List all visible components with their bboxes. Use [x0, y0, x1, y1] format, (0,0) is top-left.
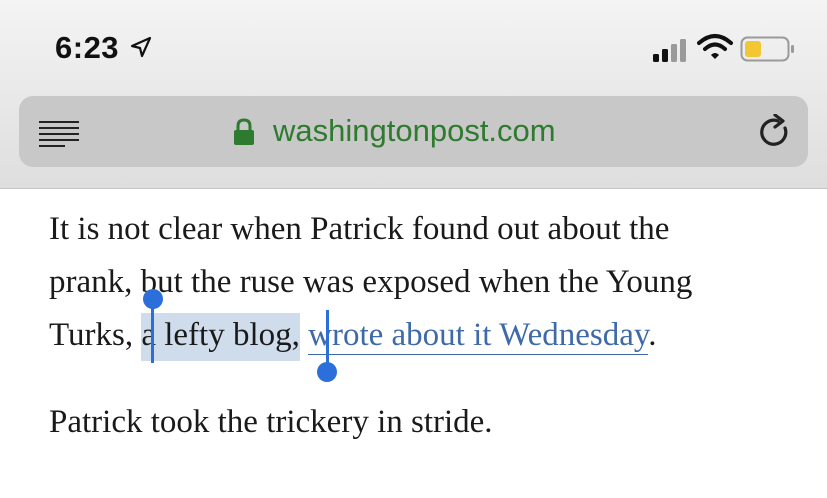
line-3-space: [300, 317, 308, 353]
address-domain[interactable]: washingtonpost.com: [273, 113, 556, 149]
line-3-period: .: [648, 317, 657, 353]
status-time: 6:23: [55, 30, 120, 65]
lock-icon: [234, 118, 254, 145]
selection-start-bar: [151, 300, 154, 363]
selection-end-handle[interactable]: [317, 362, 337, 382]
paragraph-1-line-1: It is not clear when Patrick found out a…: [49, 211, 670, 247]
paragraph-1-line-3: Turks, a lefty blog, wrote about it Wedn…: [49, 313, 657, 361]
paragraph-2-line-1: Patrick took the trickery in stride.: [49, 404, 493, 440]
selected-text[interactable]: a lefty blog,: [141, 313, 300, 361]
reload-icon[interactable]: [758, 114, 792, 150]
article-link[interactable]: wrote about it Wednesday: [308, 317, 649, 355]
location-arrow-icon: [130, 36, 152, 58]
reader-view-icon[interactable]: [39, 119, 79, 147]
line-3-prefix: Turks,: [49, 317, 142, 353]
wifi-icon: [697, 34, 733, 59]
browser-chrome: 6:23 washingtonpost.com: [0, 0, 827, 189]
battery-icon: [740, 36, 794, 62]
cellular-signal-icon: [653, 39, 686, 62]
